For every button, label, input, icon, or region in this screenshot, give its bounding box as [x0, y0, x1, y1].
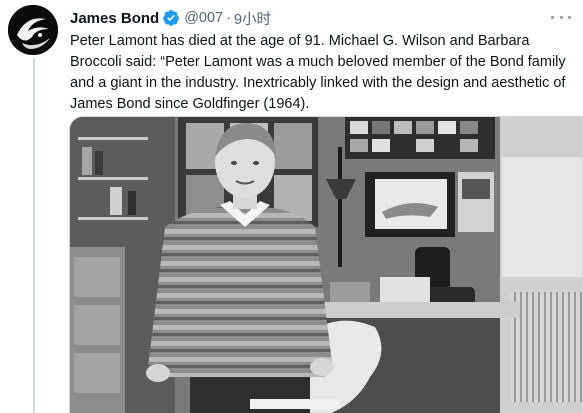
avatar-logo-icon	[8, 5, 58, 55]
tweet-photo[interactable]	[69, 116, 583, 413]
user-handle[interactable]: @007	[184, 10, 223, 26]
tweet-text: Peter Lamont has died at the age of 91. …	[70, 33, 566, 112]
header-separator: ·	[226, 10, 231, 26]
display-name[interactable]: James Bond	[70, 10, 159, 27]
more-options-icon[interactable]	[551, 10, 571, 24]
avatar[interactable]	[8, 5, 58, 55]
verified-badge-icon	[162, 9, 180, 27]
tweet-timestamp[interactable]: 9小时	[234, 8, 271, 29]
photo-image	[70, 117, 582, 413]
tweet-header: James Bond @007 · 9小时	[70, 8, 271, 28]
tweet[interactable]: James Bond @007 · 9小时 Peter Lamont has d…	[0, 0, 583, 413]
thread-line	[33, 58, 35, 413]
